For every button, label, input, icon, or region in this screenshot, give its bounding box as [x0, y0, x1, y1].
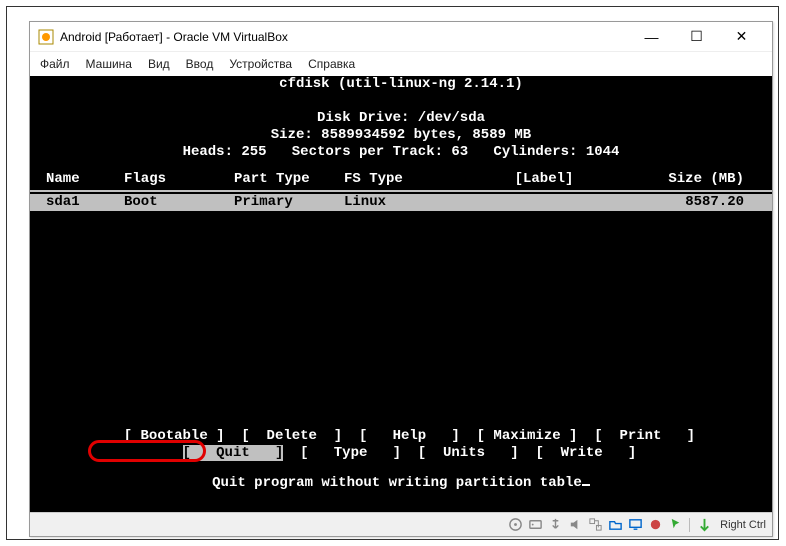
action-delete[interactable]: Delete — [267, 428, 317, 444]
menubar: Файл Машина Вид Ввод Устройства Справка — [30, 52, 772, 76]
action-type[interactable]: Type — [334, 445, 368, 461]
action-units[interactable]: Units — [443, 445, 485, 461]
maximize-button[interactable]: ☐ — [674, 23, 719, 51]
action-quit[interactable]: Quit — [216, 445, 250, 461]
menu-machine[interactable]: Машина — [86, 57, 132, 71]
shared-folder-icon[interactable] — [607, 517, 623, 533]
hard-disk-icon[interactable] — [527, 517, 543, 533]
cursor-icon — [582, 484, 590, 486]
menu-help[interactable]: Справка — [308, 57, 355, 71]
geom-line: Heads: 255 Sectors per Track: 63 Cylinde… — [30, 144, 772, 161]
action-help[interactable]: Help — [393, 428, 427, 444]
hint-line: Quit program without writing partition t… — [30, 475, 772, 492]
terminal[interactable]: cfdisk (util-linux-ng 2.14.1) Disk Drive… — [30, 76, 772, 514]
action-maximize[interactable]: Maximize — [493, 428, 560, 444]
mouse-integration-icon[interactable] — [667, 517, 683, 533]
menu-view[interactable]: Вид — [148, 57, 170, 71]
audio-icon[interactable] — [567, 517, 583, 533]
menu-devices[interactable]: Устройства — [229, 57, 292, 71]
app-icon — [38, 29, 54, 45]
window-controls: — ☐ ✕ — [629, 23, 764, 51]
vm-window: Android [Работает] - Oracle VM VirtualBo… — [29, 21, 773, 537]
drive-line: Disk Drive: /dev/sda — [30, 110, 772, 127]
cfdisk-title: cfdisk (util-linux-ng 2.14.1) — [30, 76, 772, 93]
titlebar: Android [Работает] - Oracle VM VirtualBo… — [30, 22, 772, 52]
network-icon[interactable] — [587, 517, 603, 533]
action-menu: [ Bootable ] [ Delete ] [ Help ] [ Maxim… — [30, 428, 772, 462]
display-icon[interactable] — [627, 517, 643, 533]
menu-file[interactable]: Файл — [40, 57, 70, 71]
optical-disc-icon[interactable] — [507, 517, 523, 533]
window-title: Android [Работает] - Oracle VM VirtualBo… — [60, 30, 629, 44]
header-rule — [30, 190, 772, 192]
action-bootable[interactable]: Bootable — [141, 428, 208, 444]
statusbar-separator — [689, 518, 690, 532]
action-print[interactable]: Print — [619, 428, 661, 444]
hostkey-label: Right Ctrl — [720, 519, 766, 531]
usb-icon[interactable] — [547, 517, 563, 533]
minimize-button[interactable]: — — [629, 23, 674, 51]
statusbar: Right Ctrl — [30, 512, 772, 536]
close-button[interactable]: ✕ — [719, 23, 764, 51]
recording-icon[interactable] — [647, 517, 663, 533]
partition-row-selected[interactable]: sda1BootPrimaryLinux8587.20 — [30, 194, 772, 211]
hostkey-icon[interactable] — [696, 517, 712, 533]
action-write[interactable]: Write — [561, 445, 603, 461]
menu-input[interactable]: Ввод — [186, 57, 214, 71]
partition-header: NameFlagsPart TypeFS Type[Label]Size (MB… — [30, 171, 772, 188]
size-line: Size: 8589934592 bytes, 8589 MB — [30, 127, 772, 144]
